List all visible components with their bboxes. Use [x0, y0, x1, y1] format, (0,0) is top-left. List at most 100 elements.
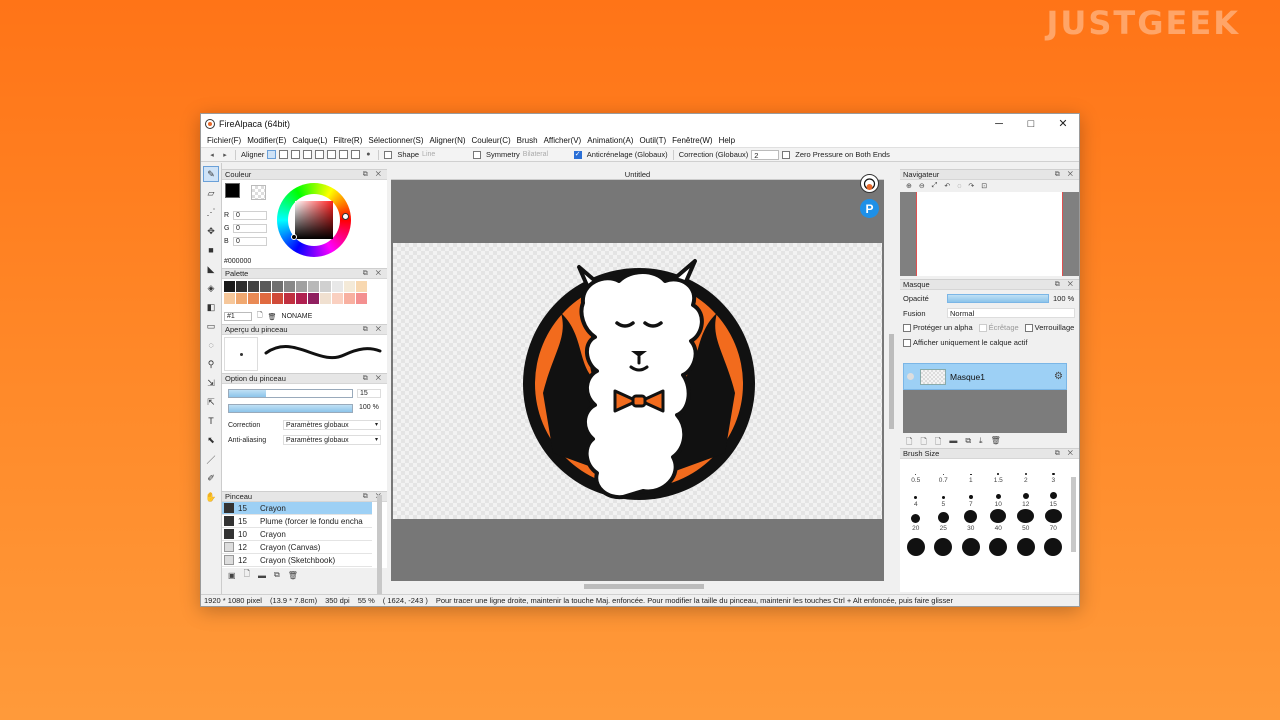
- blue-input[interactable]: 0: [233, 237, 267, 246]
- delete-brush-icon[interactable]: 🗑: [288, 571, 298, 580]
- shape-select[interactable]: Line: [422, 151, 470, 158]
- palette-index-select[interactable]: #1: [224, 312, 252, 321]
- brush-size-preset[interactable]: 25: [930, 509, 958, 533]
- layer-settings-gear-icon[interactable]: ⚙: [1054, 371, 1063, 382]
- palette-swatch[interactable]: [308, 281, 319, 292]
- brush-list-item[interactable]: 15 Crayon: [222, 502, 372, 515]
- brush-list-item[interactable]: 12 Crayon (Canvas): [222, 541, 372, 554]
- undo-icon[interactable]: ◂: [207, 150, 217, 160]
- brush-size-preset[interactable]: 12: [1012, 485, 1040, 509]
- color-picker-handle[interactable]: [291, 234, 297, 240]
- menu-item[interactable]: Modifier(E): [244, 136, 289, 145]
- brush-size-preset[interactable]: 2: [1012, 461, 1040, 485]
- panel-buttons-icon[interactable]: ⧉ ✕: [363, 170, 384, 180]
- eraser-tool-icon[interactable]: ▱: [203, 185, 219, 201]
- brush-size-preset[interactable]: [930, 533, 958, 557]
- brush-size-preset[interactable]: 70: [1040, 509, 1068, 533]
- lasso-tool-icon[interactable]: ◌: [203, 337, 219, 353]
- snap-circle-icon[interactable]: [327, 150, 337, 159]
- bucket-tool-icon[interactable]: ◣: [203, 261, 219, 277]
- navigator-view[interactable]: [900, 192, 1079, 276]
- palette-swatch[interactable]: [356, 293, 367, 304]
- magic-wand-tool-icon[interactable]: ⚲: [203, 356, 219, 372]
- canvas-vertical-scrollbar[interactable]: [889, 334, 894, 429]
- firealpaca-mascot-icon[interactable]: [860, 174, 879, 193]
- brush-size-scrollbar[interactable]: [1071, 477, 1076, 552]
- gradient-tool-icon[interactable]: ◧: [203, 299, 219, 315]
- show-active-checkbox[interactable]: [903, 338, 911, 347]
- select-tool-icon[interactable]: ▭: [203, 318, 219, 334]
- palette-swatch[interactable]: [224, 293, 235, 304]
- palette-swatch[interactable]: [320, 281, 331, 292]
- palette-swatch[interactable]: [260, 293, 271, 304]
- antialias-checkbox[interactable]: [573, 150, 582, 159]
- snap-off-icon[interactable]: [267, 150, 277, 159]
- brush-size-preset[interactable]: 40: [985, 509, 1013, 533]
- canvas-horizontal-scrollbar[interactable]: [584, 584, 704, 589]
- palette-swatch[interactable]: [224, 281, 235, 292]
- palette-swatch[interactable]: [236, 293, 247, 304]
- palette-swatch[interactable]: [332, 293, 343, 304]
- brush-size-preset[interactable]: 50: [1012, 509, 1040, 533]
- new-brush-icon[interactable]: 🗋: [244, 568, 250, 582]
- redo-icon[interactable]: ▸: [220, 150, 230, 160]
- snap-cross-icon[interactable]: [291, 150, 301, 159]
- menu-item[interactable]: Couleur(C): [469, 136, 514, 145]
- close-button[interactable]: ✕: [1047, 114, 1079, 133]
- menu-item[interactable]: Fichier(F): [204, 136, 244, 145]
- brush-size-preset[interactable]: 1.5: [985, 461, 1013, 485]
- select-eraser-tool-icon[interactable]: ⇱: [203, 394, 219, 410]
- fit-view-icon[interactable]: ⤢: [932, 182, 938, 190]
- brush-size-preset[interactable]: 0.7: [930, 461, 958, 485]
- palette-swatch[interactable]: [296, 281, 307, 292]
- snap-radial-icon[interactable]: [315, 150, 325, 159]
- palette-swatch[interactable]: [260, 281, 271, 292]
- brush-list-item[interactable]: 10 Crayon: [222, 528, 372, 541]
- rotate-right-icon[interactable]: ↷: [968, 182, 974, 190]
- divide-tool-icon[interactable]: ／: [203, 451, 219, 467]
- duplicate-brush-icon[interactable]: ⧉: [274, 570, 280, 580]
- transparent-color-swatch[interactable]: [251, 185, 266, 200]
- move-tool-icon[interactable]: ✥: [203, 223, 219, 239]
- maximize-button[interactable]: □: [1015, 114, 1047, 133]
- delete-palette-icon[interactable]: 🗑: [268, 313, 277, 321]
- brush-size-preset[interactable]: 1: [957, 461, 985, 485]
- green-input[interactable]: 0: [233, 224, 267, 233]
- palette-swatch[interactable]: [248, 281, 259, 292]
- menu-item[interactable]: Fenêtre(W): [669, 136, 715, 145]
- layer-name[interactable]: Masque1: [950, 372, 1054, 382]
- menu-item[interactable]: Calque(L): [289, 136, 330, 145]
- snap-3d-icon[interactable]: [351, 150, 361, 159]
- brush-size-preset[interactable]: 3: [1040, 461, 1068, 485]
- brush-size-value[interactable]: 15: [357, 389, 381, 398]
- menu-item[interactable]: Aligner(N): [427, 136, 469, 145]
- eyedropper-tool-icon[interactable]: ✐: [203, 470, 219, 486]
- canvas-area[interactable]: Untitled P: [391, 169, 884, 581]
- menu-item[interactable]: Filtre(R): [330, 136, 365, 145]
- brush-size-preset[interactable]: [902, 533, 930, 557]
- pixiv-icon[interactable]: P: [860, 199, 879, 218]
- blend-mode-dropdown[interactable]: Normal: [947, 308, 1075, 318]
- left-scrollbar[interactable]: [377, 495, 382, 596]
- palette-swatch[interactable]: [284, 281, 295, 292]
- protect-alpha-checkbox[interactable]: [903, 323, 911, 332]
- operation-tool-icon[interactable]: ⬉: [203, 432, 219, 448]
- palette-swatch[interactable]: [344, 281, 355, 292]
- zoom-in-icon[interactable]: ⊕: [906, 182, 912, 190]
- brush-size-preset[interactable]: [1040, 533, 1068, 557]
- foreground-color-swatch[interactable]: [225, 183, 240, 198]
- select-pen-tool-icon[interactable]: ⇲: [203, 375, 219, 391]
- snap-parallel-icon[interactable]: [279, 150, 289, 159]
- hand-tool-icon[interactable]: ✋: [203, 489, 219, 505]
- hex-value[interactable]: #000000: [224, 258, 251, 265]
- text-tool-icon[interactable]: T: [203, 413, 219, 429]
- shape-checkbox[interactable]: [384, 150, 393, 159]
- symmetry-checkbox[interactable]: [473, 150, 482, 159]
- palette-swatch[interactable]: [296, 293, 307, 304]
- clipping-checkbox[interactable]: [978, 323, 987, 332]
- menu-item[interactable]: Animation(A): [584, 136, 636, 145]
- snap-curve-icon[interactable]: [339, 150, 349, 159]
- palette-swatch[interactable]: [332, 281, 343, 292]
- zero-pressure-checkbox[interactable]: [782, 150, 791, 159]
- brush-size-preset[interactable]: 20: [902, 509, 930, 533]
